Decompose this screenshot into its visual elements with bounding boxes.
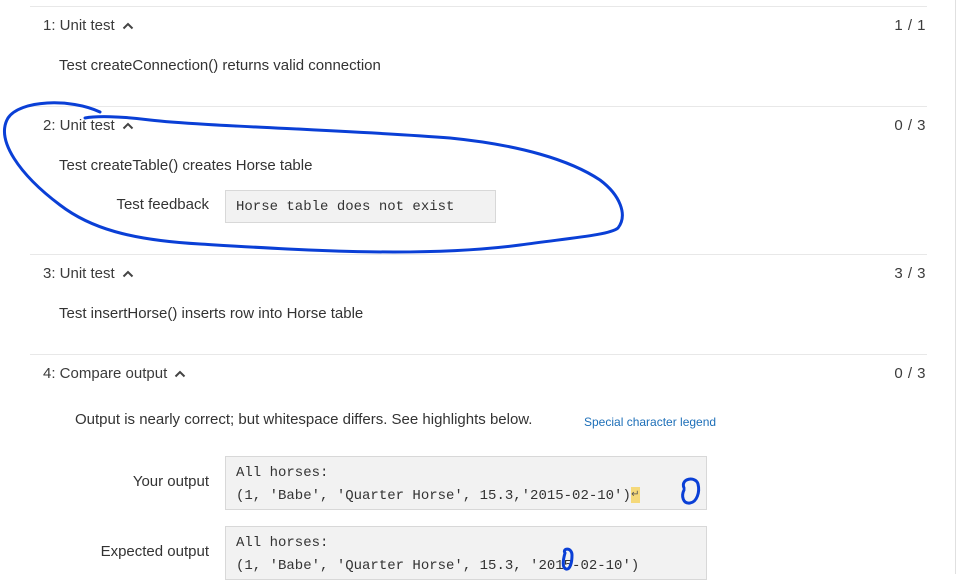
expected-output-box: All horses: (1, 'Babe', 'Quarter Horse',… [225,526,707,580]
test-4-score: 0 / 3 [894,365,926,382]
chevron-up-icon[interactable] [174,369,186,379]
test-feedback-label: Test feedback [116,196,209,213]
test-3-title: 3: Unit test [43,265,115,282]
test-1-header[interactable]: 1: Unit test [43,17,134,34]
compare-message: Output is nearly correct; but whitespace… [75,411,533,428]
test-2-score: 0 / 3 [894,117,926,134]
your-output-label: Your output [132,473,209,490]
test-1-score: 1 / 1 [894,17,926,34]
test-3-header[interactable]: 3: Unit test [43,265,134,282]
test-feedback-box: Horse table does not exist [225,190,496,223]
chevron-up-icon[interactable] [122,21,134,31]
test-4-title: 4: Compare output [43,365,168,382]
test-2-description: Test createTable() creates Horse table [59,157,313,174]
your-output-line: All horses: [236,465,329,481]
divider [30,254,927,255]
test-1-description: Test createConnection() returns valid co… [59,57,381,74]
test-2-title: 2: Unit test [43,117,115,134]
page-right-border [955,0,956,574]
divider [30,354,927,355]
divider [30,6,927,7]
expected-output-line: All horses: [236,535,329,551]
test-feedback-text: Horse table does not exist [236,199,455,215]
expected-output-label: Expected output [100,543,209,560]
test-1-title: 1: Unit test [43,17,115,34]
expected-output-line-2: (1, 'Babe', 'Quarter Horse', 15.3, '2015… [236,558,640,574]
test-3-description: Test insertHorse() inserts row into Hors… [59,305,364,322]
your-output-box: All horses: (1, 'Babe', 'Quarter Horse',… [225,456,707,510]
chevron-up-icon[interactable] [122,121,134,131]
divider [30,106,927,107]
chevron-up-icon[interactable] [122,269,134,279]
test-3-score: 3 / 3 [894,265,926,282]
newline-marker-icon: ↵ [630,487,640,504]
your-output-line-text: (1, 'Babe', 'Quarter Horse', 15.3,'2015-… [236,488,631,504]
special-character-legend-link[interactable]: Special character legend [584,415,716,429]
test-4-header[interactable]: 4: Compare output [43,365,186,382]
test-2-header[interactable]: 2: Unit test [43,117,134,134]
your-output-line-2: (1, 'Babe', 'Quarter Horse', 15.3,'2015-… [236,485,696,508]
